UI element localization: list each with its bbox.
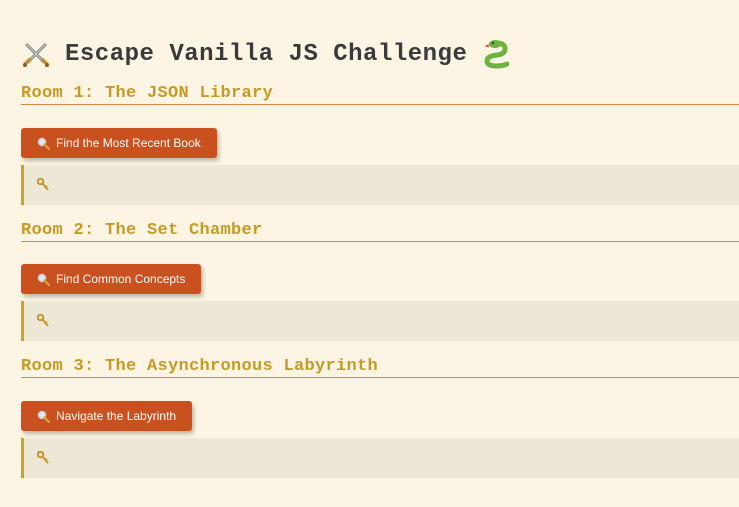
- key-icon: [37, 314, 49, 327]
- navigate-labyrinth-button[interactable]: Navigate the Labyrinth: [21, 401, 193, 431]
- crossed-swords-icon: [23, 42, 49, 67]
- page: Escape Vanilla JS Challenge Room 1: The …: [0, 0, 739, 478]
- magnifier-icon: [37, 137, 50, 150]
- button-label: Find the Most Recent Book: [56, 136, 201, 150]
- button-label: Navigate the Labyrinth: [56, 409, 177, 423]
- find-most-recent-book-button[interactable]: Find the Most Recent Book: [21, 128, 217, 158]
- room-3-result: [21, 438, 739, 478]
- room-1-title: Room 1: The JSON Library: [21, 84, 739, 105]
- find-common-concepts-button[interactable]: Find Common Concepts: [21, 264, 202, 294]
- magnifier-icon: [37, 410, 50, 423]
- room-1-result: [21, 165, 739, 205]
- button-label: Find Common Concepts: [56, 272, 186, 286]
- magnifier-icon: [37, 273, 50, 286]
- room-2-title: Room 2: The Set Chamber: [21, 221, 739, 242]
- page-title: Escape Vanilla JS Challenge: [21, 0, 739, 74]
- key-icon: [37, 178, 49, 191]
- room-3-title: Room 3: The Asynchronous Labyrinth: [21, 357, 739, 378]
- page-title-text: Escape Vanilla JS Challenge: [65, 40, 468, 68]
- key-icon: [37, 451, 49, 464]
- room-2-result: [21, 301, 739, 341]
- snake-icon: [484, 40, 510, 69]
